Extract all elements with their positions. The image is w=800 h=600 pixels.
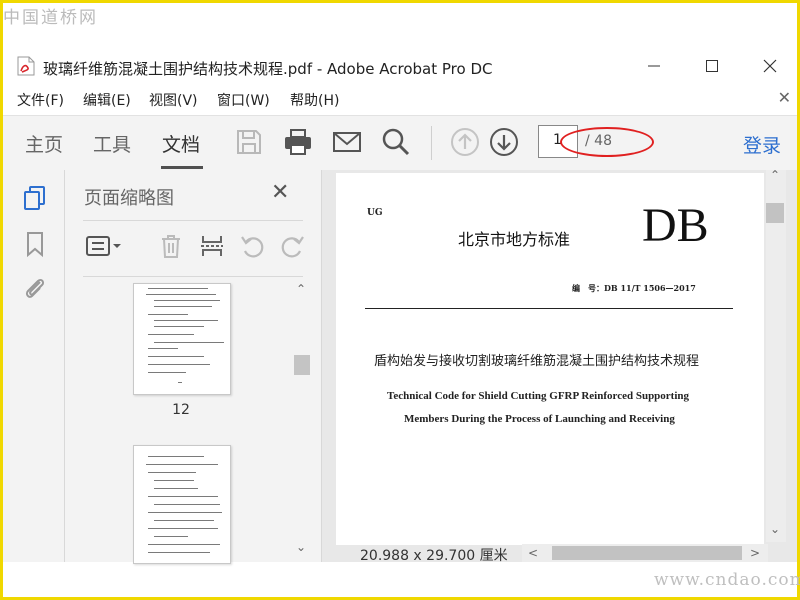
doc-scroll-down-icon[interactable]: ⌄ [770,522,780,536]
email-icon[interactable] [331,126,363,158]
active-tab-indicator [161,166,203,169]
scroll-up-icon[interactable]: ⌃ [296,282,306,296]
doc-rule [365,308,733,309]
panel-scrollbar[interactable]: ⌃ ⌄ [293,282,311,562]
page-size-label: 20.988 x 29.700 厘米 [360,548,508,564]
options-menu-icon[interactable] [85,232,125,260]
menu-file[interactable]: 文件(F) [17,90,64,110]
minimize-button[interactable] [631,53,677,83]
save-icon[interactable] [233,126,265,158]
menu-view[interactable]: 视图(V) [149,90,198,110]
title-bar: 玻璃纤维筋混凝土围护结构技术规程.pdf - Adobe Acrobat Pro… [3,50,797,86]
doc-title-en-line2: Members During the Process of Launching … [404,413,675,425]
horizontal-scroll-thumb[interactable] [552,546,742,560]
page-thumbnail[interactable] [133,445,231,564]
page-thumbnail[interactable] [133,283,231,395]
pdf-file-icon [17,56,35,76]
next-page-icon[interactable] [488,126,520,158]
doc-db-mark: DB [642,199,709,252]
doc-title-en-line1: Technical Code for Shield Cutting GFRP R… [387,390,690,402]
rotate-left-icon[interactable] [238,232,266,260]
login-link[interactable]: 登录 [743,131,781,158]
scroll-down-icon[interactable]: ⌄ [296,540,306,554]
document-vertical-scrollbar[interactable]: ⌃ ⌄ [766,168,786,542]
panel-divider-lower [83,276,303,277]
panel-scroll-thumb[interactable] [294,355,310,375]
thumbnail-page-number: 12 [172,402,190,418]
menu-edit[interactable]: 编辑(E) [83,90,131,110]
doc-scroll-up-icon[interactable]: ⌃ [770,168,780,182]
close-window-button[interactable] [747,53,793,83]
window-title: 玻璃纤维筋混凝土围护结构技术规程.pdf - Adobe Acrobat Pro… [43,60,493,78]
doc-ug-label: UG [367,208,383,218]
close-document-icon[interactable]: ✕ [778,88,791,107]
tab-home[interactable]: 主页 [25,130,63,157]
toolbar-divider [431,126,432,160]
thumbnail-panel: 页面缩略图 ✕ 12 ⌃ ⌄ [65,170,322,564]
document-scroll-thumb[interactable] [766,203,784,223]
menu-window[interactable]: 窗口(W) [217,90,270,110]
search-icon[interactable] [380,126,412,158]
watermark-top: 中国道桥网 [3,8,98,28]
menu-bar: 文件(F) 编辑(E) 视图(V) 窗口(W) 帮助(H) ✕ [3,87,797,111]
watermark-bottom: www.cndao.com [654,570,800,590]
attachments-icon[interactable] [21,274,49,302]
rotate-right-icon[interactable] [279,232,307,260]
pdf-page: UG 北京市地方标准 DB 编 号：DB 11/T 1506—2017 盾构始发… [336,173,764,545]
menu-help[interactable]: 帮助(H) [290,90,339,110]
doc-code: 编 号：DB 11/T 1506—2017 [572,283,696,293]
panel-divider [83,220,303,221]
doc-issuer: 北京市地方标准 [458,230,571,249]
navigation-rail [3,170,65,562]
screenshot-frame: 中国道桥网 玻璃纤维筋混凝土围护结构技术规程.pdf - Adobe Acrob… [0,0,800,600]
panel-title: 页面缩略图 [84,188,174,209]
extract-page-icon[interactable] [198,232,226,260]
document-view: UG 北京市地方标准 DB 编 号：DB 11/T 1506—2017 盾构始发… [322,168,797,564]
main-toolbar: 主页 工具 文档 1 / 48 登录 [3,115,797,171]
tab-tools[interactable]: 工具 [93,130,131,157]
tab-document[interactable]: 文档 [162,130,200,157]
bookmarks-icon[interactable] [21,230,49,258]
annotation-ellipse [560,127,654,157]
doc-title-cn: 盾构始发与接收切割玻璃纤维筋混凝土围护结构技术规程 [374,354,700,369]
scroll-left-icon[interactable]: < [528,546,538,560]
print-icon[interactable] [282,126,314,158]
close-panel-icon[interactable]: ✕ [271,180,289,205]
page-thumbnails-icon[interactable] [21,184,49,212]
previous-page-icon[interactable] [449,126,481,158]
scroll-right-icon[interactable]: > [750,546,760,560]
delete-page-icon[interactable] [157,232,185,260]
maximize-button[interactable] [689,53,735,83]
